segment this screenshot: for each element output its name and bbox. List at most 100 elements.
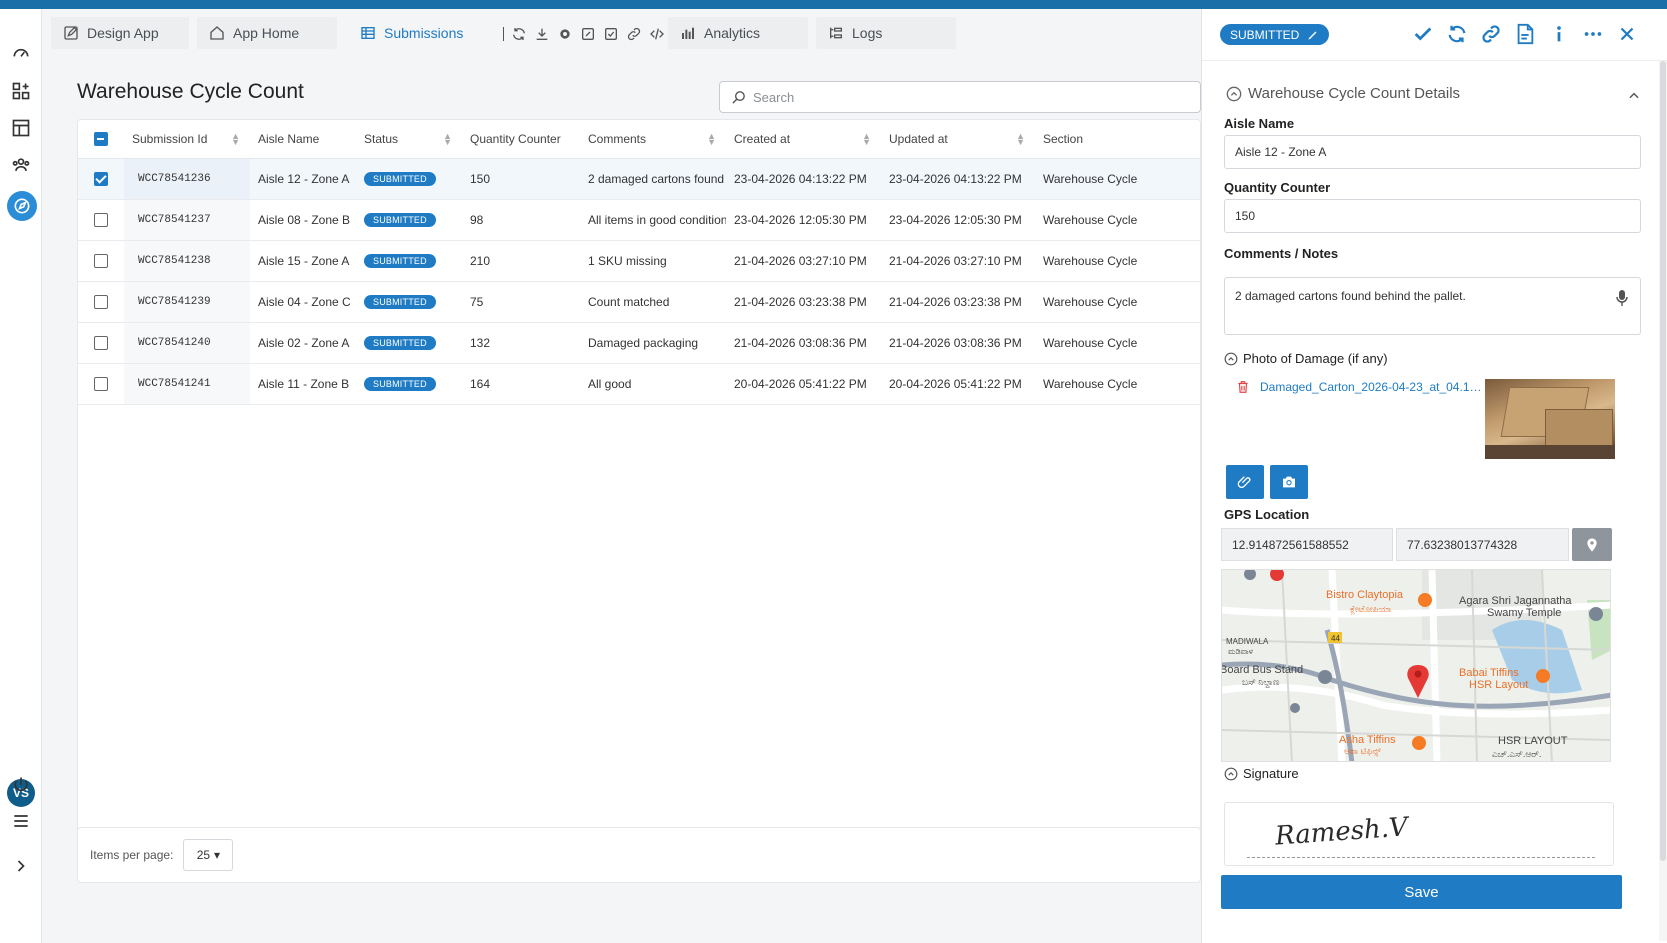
cell-id: WCC78541236	[124, 158, 250, 200]
row-checkbox[interactable]	[94, 253, 108, 268]
map-label: ಕ್ಲೇಟೋಪಿಯಾ	[1350, 604, 1391, 615]
col-header-quantity-counter[interactable]: Quantity Counter	[462, 120, 580, 159]
col-header-submission-id[interactable]: Submission Id ▲ ▼	[124, 120, 250, 159]
quantity-counter-field[interactable]: 150	[1224, 199, 1641, 233]
select-all-cell[interactable]	[78, 120, 124, 159]
row-checkbox[interactable]	[94, 294, 108, 309]
link-icon[interactable]	[626, 26, 642, 42]
tab-design-app[interactable]: Design App	[51, 17, 189, 49]
photo-section-header[interactable]: Photo of Damage (if any)	[1224, 351, 1388, 366]
code-embed-icon[interactable]	[649, 26, 665, 42]
microphone-icon[interactable]	[1616, 290, 1628, 306]
map-canvas: 44 Bistro Claytopia ಕ್ಲೇಟೋಪಿಯಾ Babai Tif…	[1222, 570, 1610, 761]
row-checkbox[interactable]	[94, 212, 108, 227]
row-select-cell[interactable]	[78, 199, 124, 241]
paperclip-icon	[1237, 476, 1251, 488]
status-badge: SUBMITTED	[364, 295, 436, 309]
table-row[interactable]: WCC78541238 Aisle 15 - Zone A SUBMITTED 210…	[78, 240, 1200, 282]
panel-scrollbar[interactable]	[1659, 61, 1667, 941]
table-header-row: Submission Id ▲ ▼ Aisle Name Status ▲ ▼ Quan…	[78, 120, 1200, 159]
row-select-cell[interactable]	[78, 158, 124, 200]
row-checkbox[interactable]	[94, 171, 108, 186]
row-checkbox[interactable]	[94, 376, 108, 391]
more-horizontal-icon[interactable]	[1582, 23, 1604, 45]
gps-latitude-field[interactable]: 12.914872561588552	[1221, 528, 1393, 561]
save-button[interactable]: Save	[1221, 875, 1622, 909]
trash-delete-icon[interactable]	[1236, 379, 1250, 395]
col-header-status[interactable]: Status ▲ ▼	[356, 120, 462, 159]
take-photo-button[interactable]	[1270, 465, 1308, 499]
comments-textarea[interactable]: 2 damaged cartons found behind the palle…	[1224, 277, 1641, 335]
cell-section: Warehouse Cycle	[1035, 158, 1200, 200]
settings-gear-icon[interactable]	[557, 26, 573, 42]
gps-longitude-field[interactable]: 77.63238013774328	[1396, 528, 1569, 561]
status-badge: SUBMITTED	[364, 213, 436, 227]
table-row[interactable]: WCC78541240 Aisle 02 - Zone A SUBMITTED 132…	[78, 322, 1200, 364]
col-header-created-at[interactable]: Created at ▲ ▼	[726, 120, 881, 159]
cell-comments: 1 SKU missing	[580, 240, 726, 282]
damage-photo-thumbnail[interactable]	[1485, 379, 1615, 459]
attach-file-button[interactable]	[1226, 465, 1264, 499]
signature-pad[interactable]: Ramesh.V	[1224, 802, 1614, 866]
sort-arrows-icon[interactable]: ▲ ▼	[862, 132, 871, 147]
col-header-aisle-name[interactable]: Aisle Name	[250, 120, 356, 159]
signature-section-header[interactable]: Signature	[1224, 766, 1299, 781]
menu-hamburger-icon[interactable]	[9, 809, 33, 833]
row-checkbox[interactable]	[94, 335, 108, 350]
table-row[interactable]: WCC78541239 Aisle 04 - Zone C SUBMITTED 75 C…	[78, 281, 1200, 323]
items-per-page-select[interactable]: 25 ▾	[183, 839, 234, 871]
submissions-compass-icon[interactable]	[7, 191, 37, 221]
users-group-icon[interactable]	[9, 153, 33, 177]
tab-label: Logs	[852, 25, 883, 41]
approve-check-icon[interactable]	[1412, 23, 1434, 45]
search-box[interactable]	[719, 81, 1201, 113]
table-row[interactable]: WCC78541237 Aisle 08 - Zone B SUBMITTED 98 A…	[78, 199, 1200, 241]
select-all-checkbox[interactable]	[94, 132, 108, 147]
submission-detail-panel: SUBMITTED Warehouse Cycle Count Details …	[1201, 9, 1667, 943]
expand-chevron-right-icon[interactable]	[9, 854, 33, 878]
row-select-cell[interactable]	[78, 322, 124, 364]
pdf-file-icon[interactable]	[1514, 23, 1536, 45]
refresh-icon[interactable]	[511, 26, 527, 42]
tab-app-home[interactable]: App Home	[197, 17, 337, 49]
tab-logs[interactable]: Logs	[816, 17, 956, 49]
share-link-icon[interactable]	[1480, 23, 1502, 45]
panel-header: SUBMITTED	[1202, 9, 1667, 61]
sort-arrows-icon[interactable]: ▲ ▼	[443, 132, 452, 147]
col-header-section[interactable]: Section	[1035, 120, 1200, 159]
close-icon[interactable]	[1616, 23, 1638, 45]
tab-submissions[interactable]: Submissions	[348, 17, 468, 49]
locate-button[interactable]	[1572, 528, 1612, 561]
row-select-cell[interactable]	[78, 281, 124, 323]
gps-map[interactable]: 44 Bistro Claytopia ಕ್ಲೇಟೋಪಿಯಾ Babai Tif…	[1221, 569, 1611, 762]
checklist-icon[interactable]	[603, 26, 619, 42]
search-input[interactable]	[753, 89, 1153, 105]
aisle-name-field[interactable]: Aisle 12 - Zone A	[1224, 135, 1641, 169]
download-icon[interactable]	[534, 26, 550, 42]
power-logout-icon[interactable]	[9, 773, 33, 797]
dashboard-gauge-icon[interactable]	[9, 41, 33, 65]
chevron-up-icon[interactable]	[1627, 89, 1641, 103]
scrollbar-thumb[interactable]	[1660, 61, 1666, 861]
details-section-header[interactable]: Warehouse Cycle Count Details	[1226, 85, 1460, 102]
apps-grid-icon[interactable]	[9, 79, 33, 103]
layout-template-icon[interactable]	[9, 116, 33, 140]
info-icon[interactable]	[1548, 23, 1570, 45]
col-header-updated-at[interactable]: Updated at ▲ ▼	[881, 120, 1035, 159]
sort-arrows-icon[interactable]: ▲ ▼	[231, 132, 240, 147]
tab-analytics[interactable]: Analytics	[668, 17, 808, 49]
col-header-comments[interactable]: Comments ▲ ▼	[580, 120, 726, 159]
cell-updated: 21-04-2026 03:27:10 PM	[881, 240, 1035, 282]
sync-refresh-icon[interactable]	[1446, 23, 1468, 45]
photo-file-link[interactable]: Damaged_Carton_2026-04-23_at_04.1…	[1260, 380, 1482, 394]
table-row[interactable]: WCC78541236 Aisle 12 - Zone A SUBMITTED 150…	[78, 158, 1200, 200]
sort-arrows-icon[interactable]: ▲ ▼	[707, 132, 716, 147]
status-badge[interactable]: SUBMITTED	[1220, 24, 1330, 45]
cell-comments: 2 damaged cartons found	[580, 158, 726, 200]
edit-form-icon[interactable]	[580, 26, 596, 42]
cell-aisle: Aisle 08 - Zone B	[250, 199, 356, 241]
table-row[interactable]: WCC78541241 Aisle 11 - Zone B SUBMITTED 164…	[78, 363, 1200, 405]
row-select-cell[interactable]	[78, 363, 124, 405]
row-select-cell[interactable]	[78, 240, 124, 282]
sort-arrows-icon[interactable]: ▲ ▼	[1016, 132, 1025, 147]
